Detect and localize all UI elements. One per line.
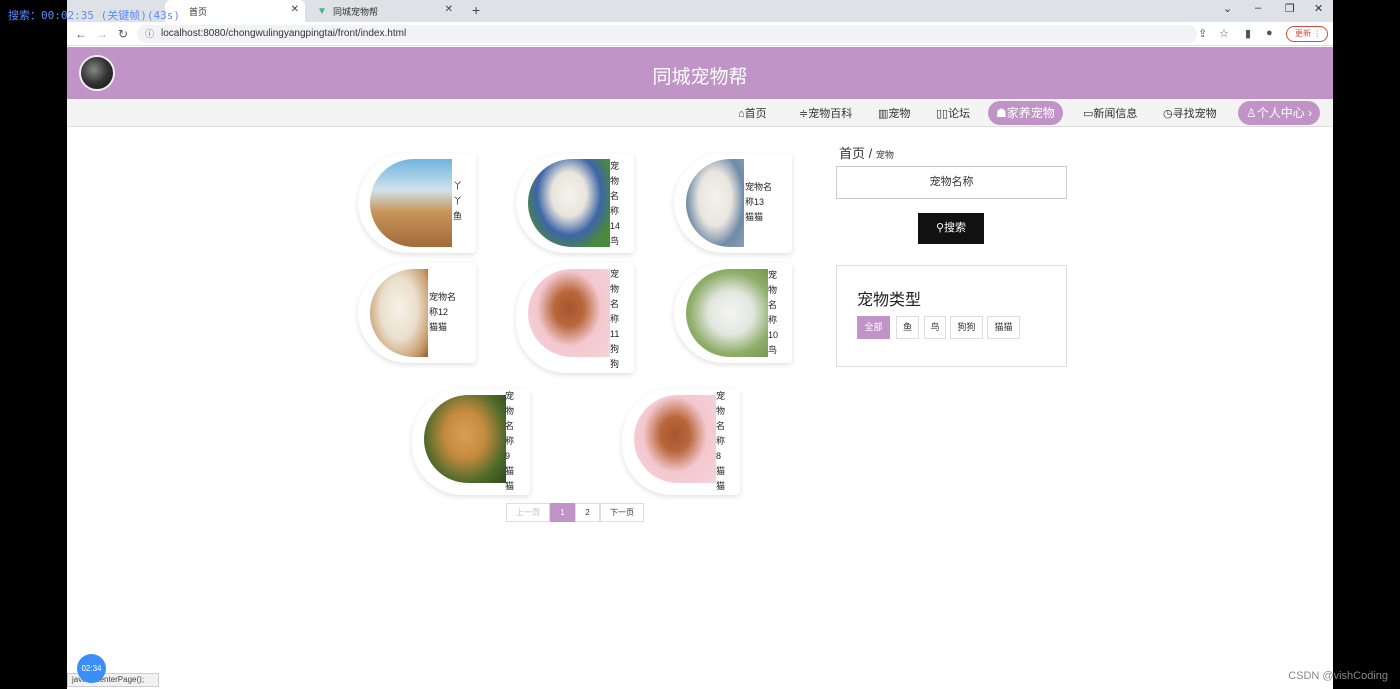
type-chip-all[interactable]: 全部 <box>857 316 890 339</box>
pet-card[interactable]: 宠物名称9猫猫 <box>412 389 530 495</box>
nav-label: 首页 <box>744 108 767 120</box>
type-chip-dog[interactable]: 狗狗 <box>950 316 983 339</box>
pet-type-filter: 宠物类型 全部 鱼 鸟 狗狗 猫猫 <box>836 265 1067 367</box>
forward-icon[interactable]: → <box>96 27 108 41</box>
nav-label: 宠物 <box>888 108 911 120</box>
nav-item-profile[interactable]: ♙个人中心 › <box>1238 101 1321 125</box>
pet-card[interactable]: 宠物名称 10 鸟 <box>674 263 792 363</box>
page-2-button[interactable]: 2 <box>575 503 600 522</box>
minimize-icon[interactable]: – <box>1255 2 1261 14</box>
breadcrumb: 首页 / 宠物 <box>839 143 894 162</box>
profile-icon[interactable]: ● <box>1266 27 1273 39</box>
browser-window: 首页 ✕ ▼ 同城宠物帮 ✕ + ⌄ – ❐ ✕ ← → ↻ ⓘ localho… <box>67 0 1333 689</box>
tab-label: 首页 <box>189 6 208 17</box>
nav-item-pets[interactable]: ▥宠物 <box>878 105 910 121</box>
nav-item-forum[interactable]: ▯▯论坛 <box>936 105 970 121</box>
window-close-icon[interactable]: ✕ <box>1314 2 1323 15</box>
pet-card[interactable]: 宠物名 称12 猫猫 <box>358 263 476 363</box>
nav-label: 论坛 <box>948 108 971 120</box>
breadcrumb-home[interactable]: 首页 <box>839 146 865 161</box>
next-page-button[interactable]: 下一页 <box>600 503 644 522</box>
tab-close-icon[interactable]: ✕ <box>445 4 453 15</box>
tab-close-icon[interactable]: ✕ <box>291 4 299 15</box>
nav-item-find-pets[interactable]: ◷寻找宠物 <box>1163 105 1217 121</box>
pet-name: 丫丫鱼 <box>453 181 463 221</box>
pet-name: 宠物名称9猫猫 <box>505 391 515 491</box>
pet-photo <box>686 159 744 247</box>
site-header: 同城宠物帮 <box>67 47 1333 99</box>
update-label: 更新 <box>1295 29 1311 38</box>
tab-search-icon[interactable]: ⌄ <box>1223 2 1232 15</box>
pet-photo <box>370 269 428 357</box>
restore-icon[interactable]: ❐ <box>1285 2 1295 15</box>
nav-label: 个人中心 <box>1256 106 1305 120</box>
nav-label: 宠物百科 <box>808 108 853 120</box>
pet-type-title: 宠物类型 <box>857 292 922 309</box>
nav-item-pet-wiki[interactable]: ≑宠物百科 <box>799 105 852 121</box>
pet-photo <box>528 269 610 357</box>
nav-item-home[interactable]: ⌂首页 <box>738 105 767 121</box>
pet-name: 宠物名 称12 猫猫 <box>429 292 457 332</box>
tab-site[interactable]: ▼ 同城宠物帮 ✕ <box>309 0 459 22</box>
pet-name: 宠物名称8猫猫 <box>716 391 726 491</box>
pet-photo <box>528 159 610 247</box>
new-tab-icon[interactable]: + <box>472 2 480 18</box>
page-1-button[interactable]: 1 <box>550 503 575 522</box>
back-icon[interactable]: ← <box>75 27 87 41</box>
pet-card[interactable]: 宠物名称8猫猫 <box>622 389 740 495</box>
url-field[interactable]: ⓘ localhost:8080/chongwulingyangpingtai/… <box>137 25 1197 43</box>
breadcrumb-separator: / <box>868 146 873 161</box>
search-icon: ⚲ <box>935 222 945 234</box>
pet-name: 宠物名 称13 猫猫 <box>745 182 773 222</box>
search-label: 搜索 <box>944 222 967 234</box>
side-panel-icon[interactable]: ▮ <box>1245 27 1251 40</box>
pet-card[interactable]: 宠物名 称13 猫猫 <box>674 153 792 253</box>
pet-name: 宠物名称 14 鸟 <box>610 161 621 246</box>
screen-recorder-search-overlay: 搜索：00:02:35 (关键帧)(43s) <box>8 9 180 22</box>
nav-label: 家养宠物 <box>1006 106 1055 120</box>
pet-name: 宠物名称 10 鸟 <box>768 270 779 355</box>
nav-item-home-pets[interactable]: ☗家养宠物 <box>988 101 1063 125</box>
csdn-watermark: CSDN @vishCoding <box>1288 670 1388 682</box>
pet-card[interactable]: 宠物名称 14 鸟 <box>516 153 634 253</box>
pet-photo <box>370 159 452 247</box>
recording-timer-badge[interactable]: 02:34 <box>77 654 106 683</box>
prev-page-button[interactable]: 上一页 <box>506 503 550 522</box>
pet-name-search-input[interactable]: 宠物名称 <box>836 166 1067 199</box>
url-text: localhost:8080/chongwulingyangpingtai/fr… <box>161 28 407 39</box>
main-nav: ⌂首页 ≑宠物百科 ▥宠物 ▯▯论坛 ☗家养宠物 ▭新闻信息 ◷寻找宠物 ♙个人… <box>67 99 1333 127</box>
pet-photo <box>424 395 506 483</box>
type-chip-fish[interactable]: 鱼 <box>896 316 919 339</box>
pet-name: 宠物名称 11 狗狗 <box>610 269 620 369</box>
bookmark-star-icon[interactable]: ☆ <box>1219 27 1229 40</box>
update-button[interactable]: 更新 ⋮ <box>1286 26 1328 42</box>
site-title: 同城宠物帮 <box>652 67 748 88</box>
type-chip-cat[interactable]: 猫猫 <box>987 316 1020 339</box>
vue-icon: ▼ <box>317 6 327 17</box>
search-button[interactable]: ⚲搜索 <box>918 213 984 244</box>
tab-bar: 首页 ✕ ▼ 同城宠物帮 ✕ + ⌄ – ❐ ✕ <box>67 0 1333 22</box>
pet-photo <box>634 395 716 483</box>
nav-label: 寻找宠物 <box>1172 108 1217 120</box>
pet-photo <box>686 269 768 357</box>
nav-item-news[interactable]: ▭新闻信息 <box>1083 105 1137 121</box>
pet-card[interactable]: 宠物名称 11 狗狗 <box>516 263 634 373</box>
breadcrumb-current: 宠物 <box>875 150 894 160</box>
type-chip-bird[interactable]: 鸟 <box>924 316 946 339</box>
tab-label: 同城宠物帮 <box>333 6 379 17</box>
share-icon[interactable]: ⇪ <box>1198 27 1207 40</box>
reload-icon[interactable]: ↻ <box>118 27 128 41</box>
nav-label: 新闻信息 <box>1093 108 1138 120</box>
address-bar: ← → ↻ ⓘ localhost:8080/chongwulingyangpi… <box>67 22 1333 46</box>
site-info-icon[interactable]: ⓘ <box>145 25 154 43</box>
tab-home[interactable]: 首页 ✕ <box>165 0 305 22</box>
pet-card[interactable]: 丫丫鱼 <box>358 153 476 253</box>
